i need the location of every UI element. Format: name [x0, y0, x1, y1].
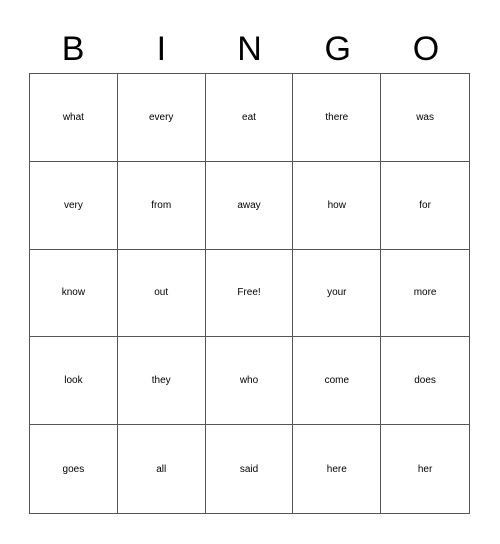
- bingo-cell[interactable]: out: [117, 249, 206, 338]
- header-letter-i: I: [156, 30, 167, 68]
- bingo-cell[interactable]: away: [205, 161, 294, 250]
- bingo-cell[interactable]: said: [206, 425, 294, 513]
- bingo-cell[interactable]: what: [30, 74, 118, 162]
- bingo-cell[interactable]: know: [30, 249, 118, 338]
- bingo-cell[interactable]: very: [30, 161, 118, 250]
- bingo-cell[interactable]: all: [118, 425, 206, 513]
- header-letter-b: B: [61, 30, 85, 68]
- header-letter-n: N: [237, 30, 262, 68]
- bingo-cell[interactable]: how: [293, 161, 382, 250]
- bingo-cell[interactable]: eat: [205, 74, 294, 162]
- bingo-cell[interactable]: from: [117, 161, 206, 250]
- bingo-cell[interactable]: look: [30, 337, 118, 426]
- bingo-cell[interactable]: for: [381, 162, 469, 250]
- bingo-cell[interactable]: they: [117, 337, 206, 426]
- header-letter-g: G: [324, 30, 351, 68]
- bingo-cell[interactable]: your: [293, 249, 382, 338]
- bingo-cell[interactable]: here: [293, 425, 382, 513]
- bingo-cell[interactable]: does: [381, 337, 469, 426]
- header-letter-o: O: [412, 30, 440, 68]
- bingo-cell[interactable]: her: [381, 425, 469, 513]
- bingo-cell[interactable]: more: [381, 250, 469, 338]
- bingo-cell[interactable]: goes: [30, 425, 118, 513]
- bingo-cell[interactable]: was: [381, 74, 469, 162]
- bingo-cell[interactable]: there: [293, 74, 382, 162]
- bingo-cell[interactable]: every: [117, 74, 206, 162]
- bingo-cell[interactable]: who: [205, 337, 294, 426]
- free-space-cell[interactable]: Free!: [205, 249, 294, 338]
- bingo-grid: what every eat there was very from away …: [29, 73, 470, 514]
- bingo-header: B I N G O: [29, 26, 470, 72]
- bingo-cell[interactable]: come: [293, 337, 382, 426]
